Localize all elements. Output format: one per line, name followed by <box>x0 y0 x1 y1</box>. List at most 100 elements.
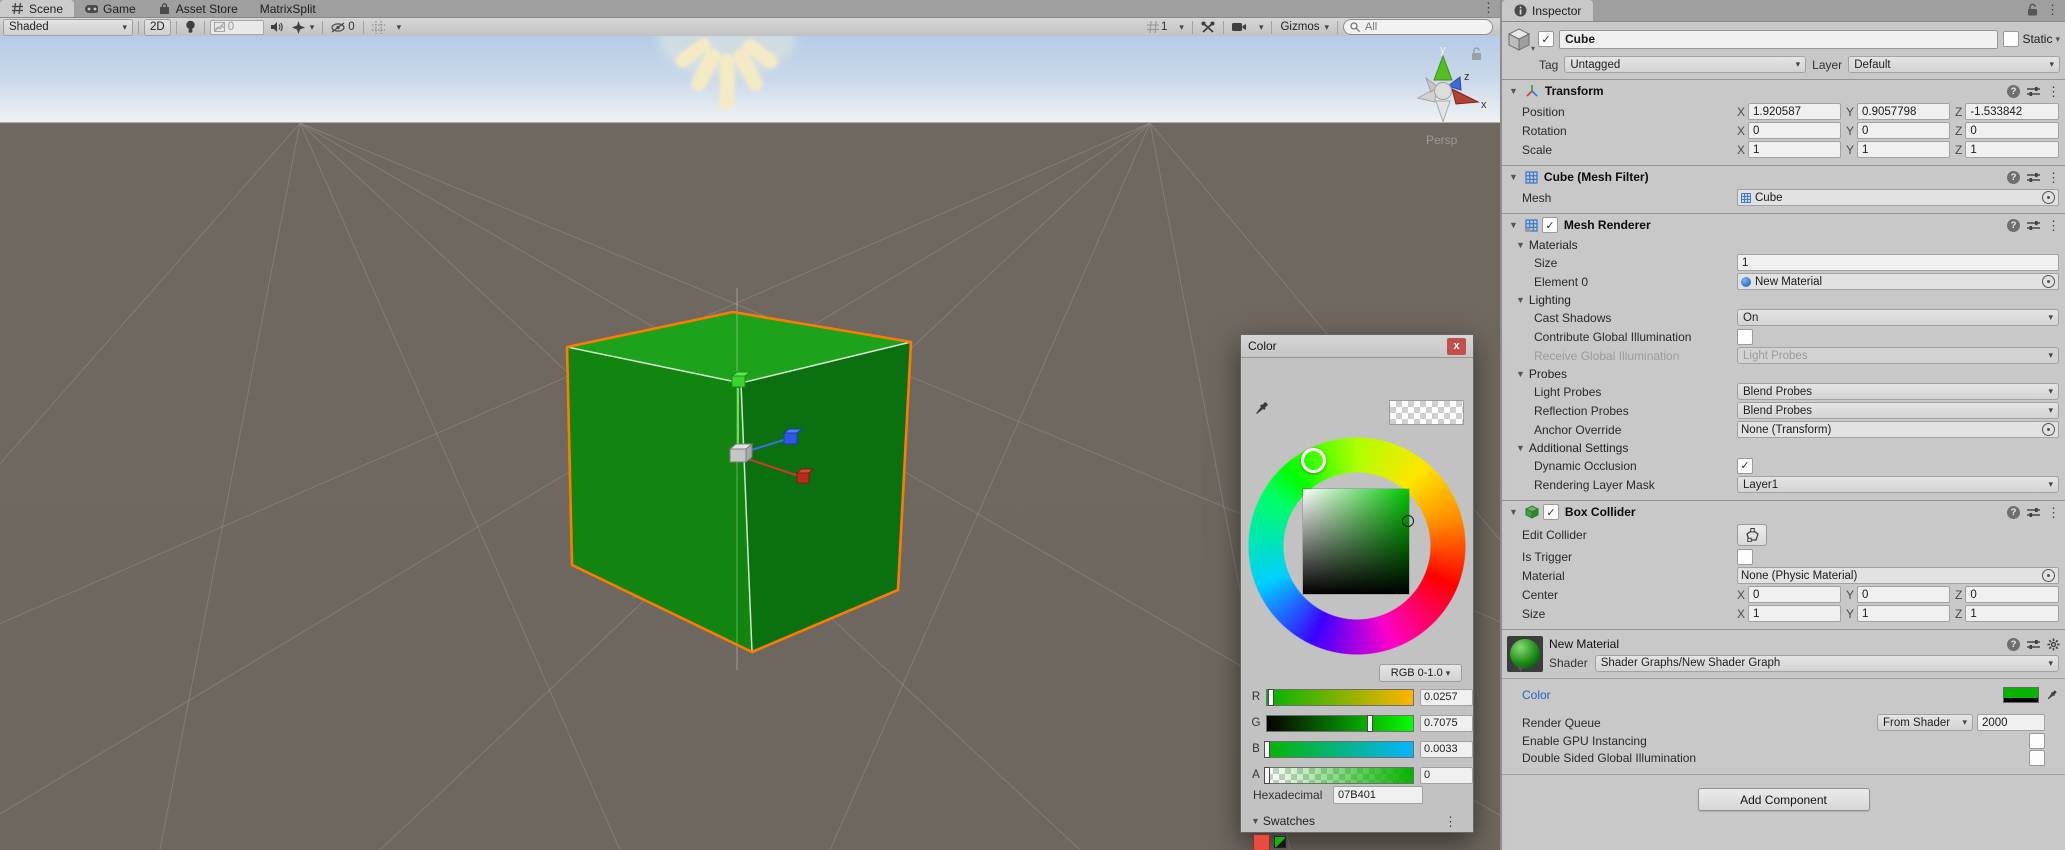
box-collider-enabled-checkbox[interactable] <box>1543 504 1559 520</box>
channel-b-slider[interactable] <box>1266 741 1414 758</box>
sv-selector[interactable] <box>1402 515 1414 527</box>
exposure-field[interactable]: 0 <box>210 20 264 35</box>
color-window-titlebar[interactable]: Color x <box>1241 335 1473 358</box>
hidden-objects-button[interactable]: 0 <box>328 20 357 35</box>
slider-handle[interactable] <box>1264 767 1270 784</box>
foldout-triangle-icon[interactable]: ▼ <box>1509 86 1518 96</box>
layer-dropdown[interactable]: Default <box>1848 56 2060 73</box>
axis-y-label[interactable]: Y <box>1846 105 1854 119</box>
axis-x-label[interactable]: X <box>1737 105 1745 119</box>
channel-g-slider[interactable] <box>1266 715 1414 732</box>
rotation-x-input[interactable]: 0 <box>1748 122 1841 139</box>
foldout-triangle-icon[interactable]: ▼ <box>1509 507 1518 517</box>
component-menu-icon[interactable]: ⋮ <box>2047 506 2060 519</box>
foldout-triangle-icon[interactable]: ▼ <box>1509 220 1518 230</box>
snap-grid-button[interactable]: 1 <box>1144 20 1170 35</box>
view-axis-y-cone[interactable] <box>1434 56 1452 80</box>
material-header[interactable]: New Material ? Shader Shader Graphs/New … <box>1502 630 2065 676</box>
axis-z-label[interactable]: Z <box>1955 588 1962 602</box>
tab-inspector[interactable]: Inspector <box>1502 0 1593 21</box>
is-trigger-checkbox[interactable] <box>1737 549 1753 565</box>
eyedropper-button[interactable] <box>1252 400 1270 421</box>
axis-y-label[interactable]: Y <box>1846 124 1854 138</box>
swatches-label[interactable]: Swatches <box>1263 814 1315 828</box>
rotation-z-input[interactable]: 0 <box>1965 122 2059 139</box>
axis-y-label[interactable]: Y <box>1846 607 1854 621</box>
cast-shadows-dropdown[interactable]: On <box>1737 309 2059 326</box>
materials-foldout[interactable]: ▼ Materials <box>1502 236 2065 253</box>
additional-settings-foldout[interactable]: ▼ Additional Settings <box>1502 439 2065 456</box>
tab-scene[interactable]: Scene <box>0 0 74 17</box>
lock-icon[interactable] <box>1472 48 1481 60</box>
collider-size-y-input[interactable]: 1 <box>1857 605 1950 622</box>
tab-asset-store[interactable]: Asset Store <box>147 0 249 17</box>
projection-label[interactable]: Persp <box>1426 133 1458 147</box>
inspector-menu-icon[interactable]: ⋮ <box>2046 3 2059 16</box>
grid-visibility-button[interactable] <box>369 20 388 35</box>
color-mode-dropdown[interactable]: RGB 0-1.0 <box>1379 664 1462 682</box>
slider-handle[interactable] <box>1268 689 1274 706</box>
center-x-input[interactable]: 0 <box>1748 586 1841 603</box>
foldout-triangle-icon[interactable]: ▼ <box>1509 172 1518 182</box>
component-menu-icon[interactable]: ⋮ <box>2047 85 2060 98</box>
scene-tab-menu-icon[interactable]: ⋮ <box>1482 1 1495 14</box>
axis-z-label[interactable]: Z <box>1955 105 1962 119</box>
tool-settings-button[interactable] <box>1198 20 1218 35</box>
gpu-instancing-checkbox[interactable] <box>2029 733 2045 749</box>
component-menu-icon[interactable]: ⋮ <box>2047 171 2060 184</box>
view-axis-x-cone[interactable] <box>1452 89 1478 104</box>
axis-x-label[interactable]: X <box>1737 143 1745 157</box>
reflection-probes-dropdown[interactable]: Blend Probes <box>1737 402 2059 419</box>
scale-z-input[interactable]: 1 <box>1965 141 2059 158</box>
channel-a-value[interactable]: 0 <box>1420 767 1473 784</box>
object-picker-icon[interactable] <box>2042 569 2055 582</box>
element0-object-field[interactable]: New Material <box>1737 273 2059 290</box>
lighting-toggle-button[interactable] <box>182 20 199 35</box>
toggle-2d-button[interactable]: 2D <box>144 19 171 36</box>
axis-z-label[interactable]: Z <box>1955 124 1962 138</box>
help-icon[interactable]: ? <box>2007 638 2020 651</box>
scene-search-box[interactable] <box>1343 19 1493 35</box>
dynamic-occlusion-checkbox[interactable] <box>1737 458 1753 474</box>
axis-z-label[interactable]: Z <box>1955 143 1962 157</box>
object-picker-icon[interactable] <box>2042 191 2055 204</box>
axis-z-label[interactable]: Z <box>1955 607 1962 621</box>
eyedropper-button[interactable] <box>2043 687 2059 703</box>
material-preview[interactable] <box>1507 636 1543 672</box>
help-icon[interactable]: ? <box>2007 506 2020 519</box>
physic-material-field[interactable]: None (Physic Material) <box>1737 567 2059 584</box>
channel-g-value[interactable]: 0.7075 <box>1420 715 1473 732</box>
presets-icon[interactable] <box>2027 172 2040 183</box>
materials-size-input[interactable]: 1 <box>1737 254 2059 271</box>
view-gizmo-center[interactable] <box>1435 83 1452 100</box>
hue-selector[interactable] <box>1301 448 1326 473</box>
swatch-green[interactable] <box>1274 836 1286 848</box>
component-menu-icon[interactable]: ⋮ <box>2047 219 2060 232</box>
view-axis-negy-cone[interactable] <box>1436 101 1450 122</box>
tab-game[interactable]: Game <box>74 0 147 17</box>
axis-y-label[interactable]: Y <box>1846 143 1854 157</box>
edit-collider-button[interactable] <box>1737 524 1767 546</box>
position-label[interactable]: Position <box>1522 105 1737 119</box>
scale-x-input[interactable]: 1 <box>1748 141 1841 158</box>
lock-icon[interactable] <box>2027 3 2038 16</box>
effects-dropdown-button[interactable] <box>289 20 318 35</box>
cube-gameobject-icon[interactable]: ▾ <box>1507 27 1533 51</box>
static-checkbox[interactable] <box>2003 31 2019 47</box>
gear-icon[interactable] <box>2047 638 2060 651</box>
axis-x-label[interactable]: X <box>1737 607 1745 621</box>
axis-x-label[interactable]: X <box>1737 588 1745 602</box>
gameobject-name-input[interactable]: Cube <box>1559 30 1998 49</box>
slider-handle[interactable] <box>1264 741 1270 758</box>
anchor-override-field[interactable]: None (Transform) <box>1737 421 2059 438</box>
cube-right-face[interactable] <box>741 342 911 652</box>
scene-search-input[interactable] <box>1363 20 1467 34</box>
gizmos-dropdown[interactable]: Gizmos <box>1277 20 1332 35</box>
axis-y-label[interactable]: Y <box>1846 588 1854 602</box>
presets-icon[interactable] <box>2027 639 2040 650</box>
icon-dropdown-arrow[interactable]: ▾ <box>1531 44 1535 53</box>
swatches-menu-icon[interactable]: ⋮ <box>1444 815 1457 828</box>
presets-icon[interactable] <box>2027 507 2040 518</box>
position-x-input[interactable]: 1.920587 <box>1748 103 1841 120</box>
mesh-renderer-enabled-checkbox[interactable] <box>1542 217 1558 233</box>
